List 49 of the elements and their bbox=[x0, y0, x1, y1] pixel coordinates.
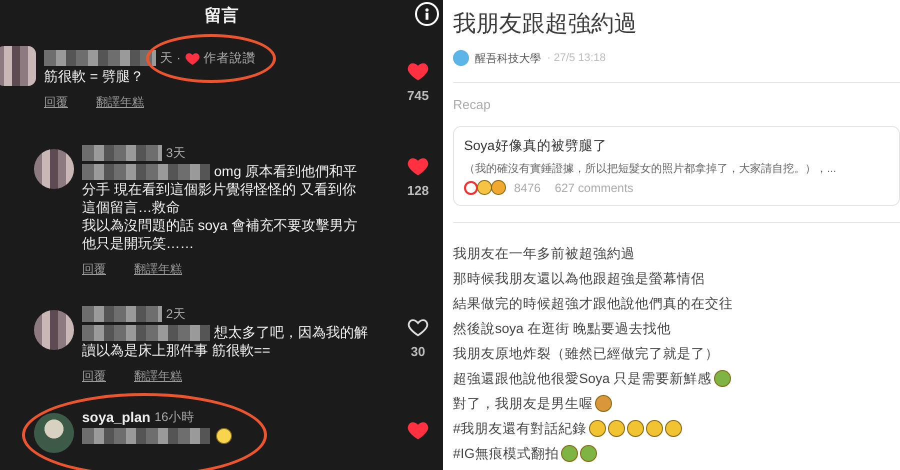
comment-time: 16小時 bbox=[154, 408, 194, 426]
comment-text: 這個留言…救命 bbox=[82, 199, 180, 217]
recap-excerpt: （我的確沒有實錘證據，所以把短髮女的照片都拿掉了，大家請自挖。），... bbox=[464, 162, 838, 176]
comment-text: 筋很軟 = 劈腿？ bbox=[44, 68, 144, 86]
comment-text: 我以為沒問題的話 soya 會補充不要攻擊男方 bbox=[82, 217, 358, 235]
translate-link[interactable]: 翻譯年糕 bbox=[96, 94, 144, 111]
comment-time: 2天 bbox=[166, 306, 186, 322]
recap-label: Recap bbox=[453, 97, 492, 112]
panel-title: 留言 bbox=[204, 5, 238, 27]
post-line: 對了，我朋友是男生喔 bbox=[453, 394, 593, 412]
reaction-count: 8476 bbox=[514, 180, 541, 194]
info-icon[interactable] bbox=[415, 2, 439, 26]
translate-link[interactable]: 翻譯年糕 bbox=[134, 368, 182, 385]
blurred-avatar[interactable] bbox=[34, 310, 74, 350]
post-line: 超強還跟他說他很愛Soya 只是需要新鮮感 bbox=[453, 370, 712, 388]
like-count: 30 bbox=[410, 344, 426, 359]
like-count: 128 bbox=[407, 183, 429, 198]
post-title: 我朋友跟超強約過 bbox=[453, 9, 638, 38]
post-line: 我朋友在一年多前被超強約過 bbox=[453, 244, 635, 262]
post-line: 結果做完的時候超強才跟他說他們真的在交往 bbox=[453, 294, 733, 312]
school-icon bbox=[453, 50, 469, 66]
comment-text: 他只是開玩笑…… bbox=[82, 235, 194, 253]
comment-text: omg 原本看到他們和平 bbox=[214, 163, 358, 181]
school-name[interactable]: 醒吾科技大學 bbox=[475, 50, 541, 66]
post-line: 我朋友原地炸裂（雖然已經做完了就是了） bbox=[453, 344, 719, 362]
post-date: · 27/5 13:18 bbox=[547, 52, 606, 64]
comment-text: 讀以為是床上那件事 筋很軟== bbox=[82, 342, 270, 360]
translate-link[interactable]: 翻譯年糕 bbox=[134, 261, 182, 278]
like-heart-icon[interactable] bbox=[407, 316, 429, 338]
comment-text: 想太多了吧，因為我的解 bbox=[214, 324, 368, 342]
reply-link[interactable]: 回覆 bbox=[82, 261, 106, 278]
blurred-avatar[interactable] bbox=[34, 149, 74, 189]
post-line: #我朋友還有對話紀錄 bbox=[453, 420, 587, 438]
author-liked-label: 作者說讚 bbox=[204, 50, 256, 66]
reply-link[interactable]: 回覆 bbox=[44, 94, 68, 111]
comment-time: 3天 bbox=[166, 144, 186, 162]
like-count: 745 bbox=[407, 88, 429, 103]
user-avatar[interactable] bbox=[34, 413, 74, 453]
comment-time: 天 · bbox=[160, 50, 181, 66]
comment-text: 分手 現在看到這個影片覺得怪怪的 又看到你 bbox=[82, 181, 356, 199]
recap-title: Soya好像真的被劈腿了 bbox=[464, 137, 608, 155]
post-line: 然後說soya 在逛街 晚點要過去找他 bbox=[453, 320, 672, 338]
recap-card[interactable]: Soya好像真的被劈腿了 （我的確沒有實錘證據，所以把短髮女的照片都拿掉了，大家請自挖。），... 8476 627 comments bbox=[453, 126, 900, 206]
username[interactable]: soya_plan bbox=[82, 409, 150, 425]
reply-link[interactable]: 回覆 bbox=[82, 368, 106, 385]
post-line: 那時候我朋友還以為他跟超強是螢幕情侶 bbox=[453, 270, 705, 288]
blurred-avatar[interactable] bbox=[0, 46, 36, 86]
heart-icon[interactable] bbox=[184, 50, 200, 66]
post-line: #IG無痕模式翻拍 bbox=[453, 444, 559, 462]
